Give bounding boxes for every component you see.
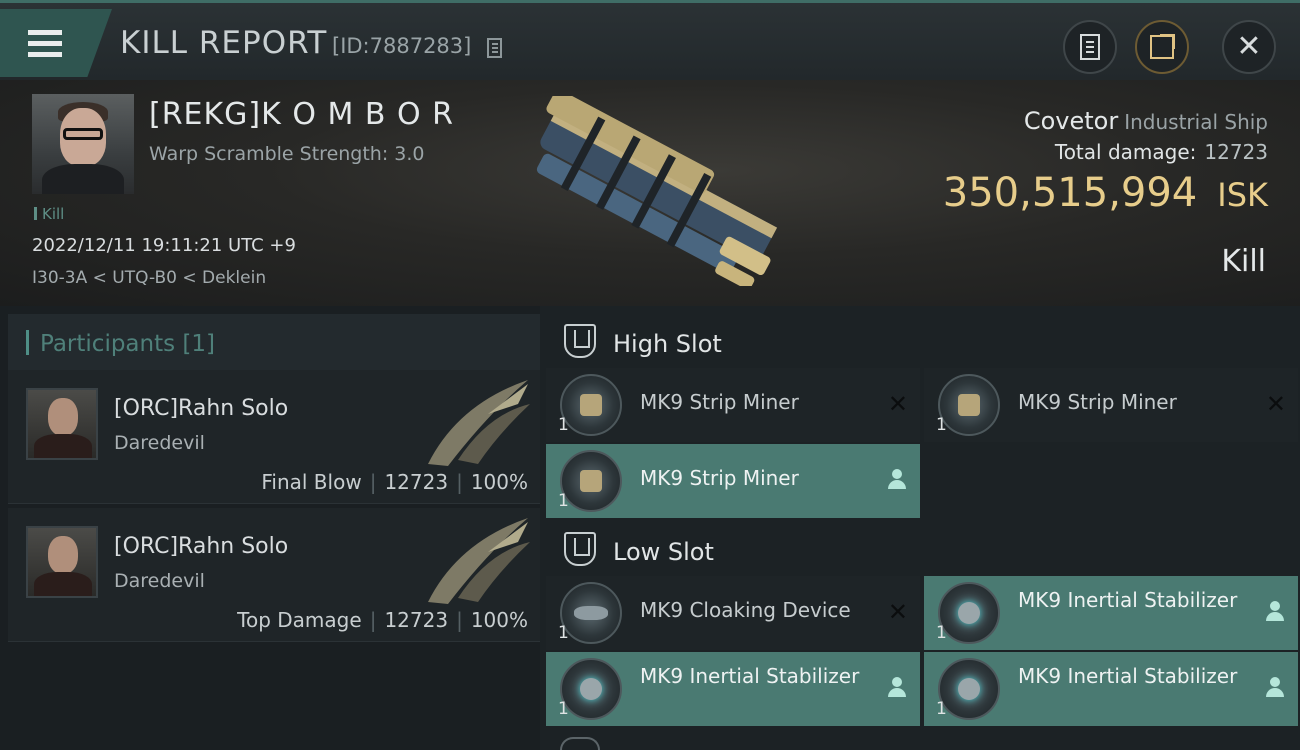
pilot-portrait[interactable] bbox=[26, 388, 98, 460]
clipboard-icon bbox=[1080, 34, 1100, 60]
pilot-damage: 12723 bbox=[384, 608, 449, 632]
report-details-button[interactable] bbox=[1063, 20, 1117, 74]
participants-header: Participants [1] bbox=[8, 314, 540, 370]
ship-name: Covetor bbox=[1023, 107, 1119, 135]
module-quantity: 1 bbox=[558, 699, 569, 719]
total-damage: Total damage: 12723 bbox=[1055, 140, 1268, 164]
cloaking-device-icon bbox=[560, 582, 622, 644]
participants-panel: Participants [1] [ORC]Rahn Solo Daredevi… bbox=[0, 306, 540, 750]
module-quantity: 1 bbox=[936, 623, 947, 643]
dropped-icon bbox=[888, 469, 906, 489]
participant-row[interactable]: [ORC]Rahn Solo Daredevil Top Damage | 1272… bbox=[8, 508, 540, 642]
participant-row[interactable]: [ORC]Rahn Solo Daredevil Final Blow | 1272… bbox=[8, 370, 540, 504]
pilot-role: Final Blow bbox=[261, 470, 362, 494]
pilot-name: [ORC]Rahn Solo bbox=[114, 396, 289, 421]
strip-miner-icon bbox=[938, 374, 1000, 436]
module-name: MK9 Strip Miner bbox=[1018, 390, 1177, 414]
total-damage-label: Total damage: bbox=[1054, 140, 1197, 164]
destroyed-icon: ✕ bbox=[1265, 390, 1286, 418]
dropped-icon bbox=[1266, 601, 1284, 621]
pilot-percent: 100% bbox=[470, 608, 528, 632]
low-slot-title: Low Slot bbox=[613, 538, 714, 566]
module-quantity: 1 bbox=[558, 491, 569, 511]
module-name: MK9 Cloaking Device bbox=[640, 598, 851, 622]
pilot-damage: 12723 bbox=[384, 470, 449, 494]
victim-stat: Warp Scramble Strength: 3.0 bbox=[149, 143, 425, 165]
dropped-icon bbox=[1266, 677, 1284, 697]
page-title: KILL REPORT bbox=[120, 25, 328, 61]
menu-button[interactable] bbox=[0, 9, 112, 77]
inertial-stabilizer-icon bbox=[560, 658, 622, 720]
pilot-portrait[interactable] bbox=[26, 526, 98, 598]
kill-location[interactable]: I30-3A < UTQ-B0 < Deklein bbox=[32, 268, 266, 288]
kill-result: Kill bbox=[1221, 244, 1266, 279]
destroyed-icon: ✕ bbox=[887, 390, 908, 418]
module-item[interactable]: 1 MK9 Cloaking Device ✕ bbox=[546, 576, 920, 650]
isk-unit: ISK bbox=[1217, 176, 1268, 214]
victim-portrait[interactable] bbox=[32, 94, 134, 194]
isk-value: 350,515,994 ISK bbox=[943, 170, 1268, 216]
kill-datetime: 2022/12/11 19:11:21 UTC +9 bbox=[32, 235, 296, 256]
module-item[interactable]: 1 MK9 Inertial Stabilizer bbox=[546, 652, 920, 726]
attacker-ship-image bbox=[428, 518, 530, 604]
inertial-stabilizer-icon bbox=[938, 658, 1000, 720]
close-icon: ✕ bbox=[1236, 29, 1262, 64]
module-quantity: 1 bbox=[936, 699, 947, 719]
share-button[interactable] bbox=[1135, 20, 1189, 74]
top-bar: KILL REPORT [ID:7887283] ✕ bbox=[0, 0, 1300, 80]
pilot-ship: Daredevil bbox=[114, 432, 205, 454]
report-id: [ID:7887283] bbox=[332, 34, 472, 58]
pilot-name: [ORC]Rahn Solo bbox=[114, 534, 289, 559]
high-slot-title: High Slot bbox=[613, 330, 722, 358]
low-slot-icon bbox=[564, 532, 596, 566]
inertial-stabilizer-icon bbox=[938, 582, 1000, 644]
pilot-stats: Final Blow | 12723 | 100% bbox=[261, 470, 528, 494]
module-name: MK9 Inertial Stabilizer bbox=[1018, 588, 1238, 612]
strip-miner-icon bbox=[560, 450, 622, 512]
module-name: MK9 Strip Miner bbox=[640, 466, 799, 490]
participants-title: Participants [1] bbox=[40, 331, 215, 357]
module-item[interactable]: 1 MK9 Strip Miner bbox=[546, 444, 920, 518]
pilot-ship: Daredevil bbox=[114, 570, 205, 592]
dropped-icon bbox=[888, 677, 906, 697]
high-slot-header: High Slot bbox=[548, 312, 1300, 372]
module-name: MK9 Inertial Stabilizer bbox=[1018, 664, 1238, 688]
destroyed-icon: ✕ bbox=[887, 598, 908, 626]
module-quantity: 1 bbox=[936, 415, 947, 435]
module-quantity: 1 bbox=[558, 623, 569, 643]
strip-miner-icon bbox=[560, 374, 622, 436]
victim-name[interactable]: [REKG]K O M B O R bbox=[149, 97, 454, 132]
module-name: MK9 Strip Miner bbox=[640, 390, 799, 414]
copy-icon[interactable] bbox=[487, 38, 502, 58]
total-damage-value: 12723 bbox=[1204, 140, 1268, 164]
victim-ship[interactable]: Covetor Industrial Ship bbox=[1024, 107, 1268, 135]
high-slot-icon bbox=[564, 324, 596, 358]
pilot-role: Top Damage bbox=[237, 608, 362, 632]
module-item[interactable]: 1 MK9 Strip Miner ✕ bbox=[546, 368, 920, 442]
kill-tag: Kill bbox=[34, 205, 64, 223]
fitting-panel: High Slot 1 MK9 Strip Miner ✕ 1 MK9 Stri… bbox=[540, 306, 1300, 750]
victim-ship-image[interactable] bbox=[510, 96, 800, 286]
module-quantity: 1 bbox=[558, 415, 569, 435]
module-item[interactable]: 1 MK9 Strip Miner ✕ bbox=[924, 368, 1298, 442]
module-name: MK9 Inertial Stabilizer bbox=[640, 664, 860, 688]
hamburger-icon bbox=[28, 27, 62, 60]
module-item[interactable]: 1 MK9 Inertial Stabilizer bbox=[924, 652, 1298, 726]
share-icon bbox=[1150, 34, 1175, 59]
isk-amount: 350,515,994 bbox=[942, 170, 1198, 216]
pilot-percent: 100% bbox=[470, 470, 528, 494]
next-slot-icon bbox=[560, 737, 600, 750]
attacker-ship-image bbox=[428, 380, 530, 466]
ship-class: Industrial Ship bbox=[1124, 110, 1268, 134]
low-slot-header: Low Slot bbox=[548, 520, 1300, 580]
close-button[interactable]: ✕ bbox=[1222, 20, 1276, 74]
pilot-stats: Top Damage | 12723 | 100% bbox=[237, 608, 528, 632]
module-item[interactable]: 1 MK9 Inertial Stabilizer bbox=[924, 576, 1298, 650]
